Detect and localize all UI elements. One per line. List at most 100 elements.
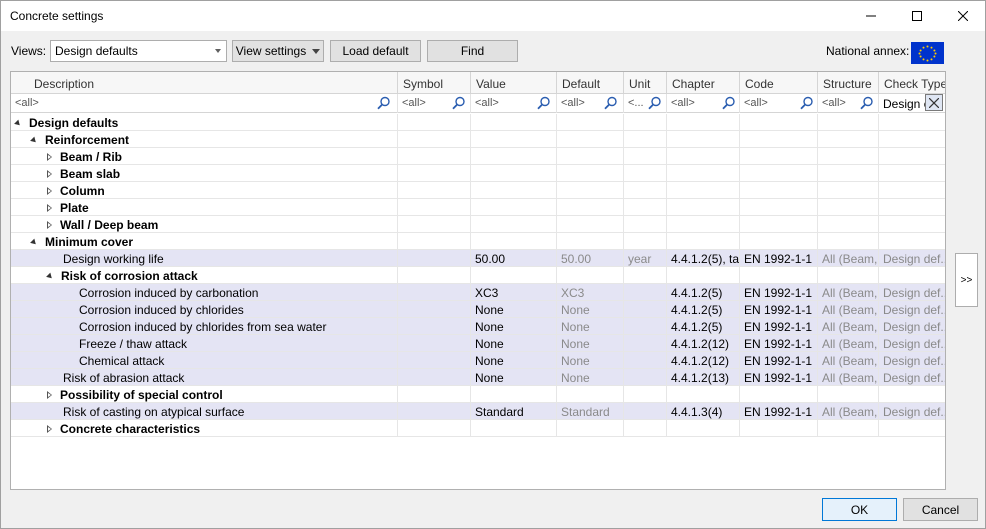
search-icon[interactable] [800, 96, 814, 110]
table-cell [398, 199, 471, 216]
table-cell[interactable]: None [471, 369, 557, 386]
minimize-button[interactable] [848, 1, 894, 31]
table-cell [398, 165, 471, 182]
close-icon [958, 11, 968, 21]
table-cell: year [624, 250, 667, 267]
collapsed-arrow-icon[interactable] [47, 170, 52, 178]
table-row[interactable]: Beam slab [11, 165, 945, 182]
filter-input-0[interactable]: <all> [11, 94, 398, 113]
column-header-4[interactable]: Unit [624, 72, 667, 94]
table-cell [557, 131, 624, 148]
collapsed-arrow-icon[interactable] [47, 153, 52, 161]
table-row[interactable]: Chemical attack None None 4.4.1.2(12) EN 199… [11, 352, 945, 369]
column-header-8[interactable]: Check Type [879, 72, 945, 94]
table-row[interactable]: Corrosion induced by carbonation XC3 XC3 4.… [11, 284, 946, 301]
table-cell [818, 267, 879, 284]
column-header-1[interactable]: Symbol [398, 72, 471, 94]
views-dropdown[interactable]: Design defaults [50, 40, 227, 62]
table-cell[interactable]: XC3 [471, 284, 557, 301]
table-row[interactable]: Design working life 50.00 50.00 year 4.4.1.2… [11, 250, 945, 267]
search-icon[interactable] [452, 96, 466, 110]
chevron-down-icon [215, 49, 221, 53]
collapsed-arrow-icon[interactable] [47, 187, 52, 195]
table-cell[interactable]: None [471, 352, 557, 369]
cell-st: All (Beam,... [822, 252, 878, 266]
table-row[interactable]: Reinforcement [11, 131, 945, 148]
table-cell [471, 199, 557, 216]
table-cell[interactable]: None [471, 318, 557, 335]
table-row[interactable]: Concrete characteristics [11, 420, 945, 437]
table-cell: EN 1992-1-1 [740, 369, 818, 386]
table-cell [667, 148, 740, 165]
table-row[interactable]: Risk of abrasion attack None None 4.4.1.2(1… [11, 369, 945, 386]
column-header-6[interactable]: Code [740, 72, 818, 94]
close-button[interactable] [940, 1, 986, 31]
expanded-arrow-icon[interactable] [14, 119, 22, 128]
table-cell [624, 216, 667, 233]
table-cell [818, 165, 879, 182]
cell-ct: Design def... [883, 286, 946, 300]
grid-header: Description Symbol Value Default Unit Chapter… [11, 72, 945, 94]
collapsed-arrow-icon[interactable] [47, 204, 52, 212]
table-cell [398, 267, 471, 284]
table-cell [624, 352, 667, 369]
column-header-2[interactable]: Value [471, 72, 557, 94]
table-row[interactable]: Corrosion induced by chlorides None None 4.… [11, 301, 945, 318]
table-row[interactable]: Beam / Rib [11, 148, 945, 165]
cell-d: Risk of casting on atypical surface [63, 405, 245, 419]
table-cell [624, 233, 667, 250]
table-cell[interactable]: None [471, 301, 557, 318]
table-row[interactable]: Corrosion induced by chlorides from sea … [11, 318, 945, 335]
column-header-3[interactable]: Default [557, 72, 624, 94]
cell-c: EN 1992-1-1 [744, 286, 813, 300]
table-row[interactable]: Risk of casting on atypical surface Stand… [11, 403, 945, 420]
table-row[interactable]: Risk of corrosion attack [11, 267, 945, 284]
table-row[interactable]: Plate [11, 199, 945, 216]
table-cell [879, 233, 945, 250]
table-cell: None [557, 369, 624, 386]
table-cell [624, 165, 667, 182]
expand-panel-button[interactable]: >> [955, 253, 978, 307]
cell-c: EN 1992-1-1 [744, 252, 813, 266]
search-icon[interactable] [648, 96, 662, 110]
table-cell[interactable]: None [471, 335, 557, 352]
eu-flag-icon[interactable] [911, 42, 944, 64]
expanded-arrow-icon[interactable] [30, 238, 38, 247]
table-cell [398, 216, 471, 233]
search-icon[interactable] [377, 96, 391, 110]
cancel-button[interactable]: Cancel [903, 498, 978, 521]
maximize-button[interactable] [894, 1, 940, 31]
table-row[interactable]: Wall / Deep beam [11, 216, 945, 233]
collapsed-arrow-icon[interactable] [47, 425, 52, 433]
search-icon[interactable] [604, 96, 618, 110]
table-cell: Column [11, 182, 398, 199]
column-header-7[interactable]: Structure [818, 72, 879, 94]
search-icon[interactable] [860, 96, 874, 110]
search-icon[interactable] [722, 96, 736, 110]
table-cell [557, 114, 624, 131]
collapsed-arrow-icon[interactable] [47, 221, 52, 229]
expanded-arrow-icon[interactable] [46, 272, 54, 281]
filter-value: <all> [561, 97, 585, 109]
table-cell [398, 250, 471, 267]
column-header-5[interactable]: Chapter [667, 72, 740, 94]
find-button[interactable]: Find [427, 40, 518, 62]
cell-df: None [561, 371, 590, 385]
search-icon[interactable] [537, 96, 551, 110]
load-default-button[interactable]: Load default [330, 40, 421, 62]
maximize-icon [912, 11, 922, 21]
table-row[interactable]: Minimum cover [11, 233, 945, 250]
clear-filter-button[interactable] [925, 94, 943, 111]
collapsed-arrow-icon[interactable] [47, 391, 52, 399]
table-row[interactable]: Freeze / thaw attack None None 4.4.1.2(12) E… [11, 335, 945, 352]
expanded-arrow-icon[interactable] [30, 136, 38, 145]
table-row[interactable]: Column [11, 182, 945, 199]
ok-button[interactable]: OK [822, 498, 897, 521]
table-row[interactable]: Design defaults [11, 114, 945, 131]
cell-df: 50.00 [561, 252, 592, 266]
column-header-0[interactable]: Description [11, 72, 398, 94]
table-cell[interactable]: Standard [471, 403, 557, 420]
view-settings-button[interactable]: View settings [232, 40, 324, 62]
table-cell[interactable]: 50.00 [471, 250, 557, 267]
table-row[interactable]: Possibility of special control [11, 386, 945, 403]
